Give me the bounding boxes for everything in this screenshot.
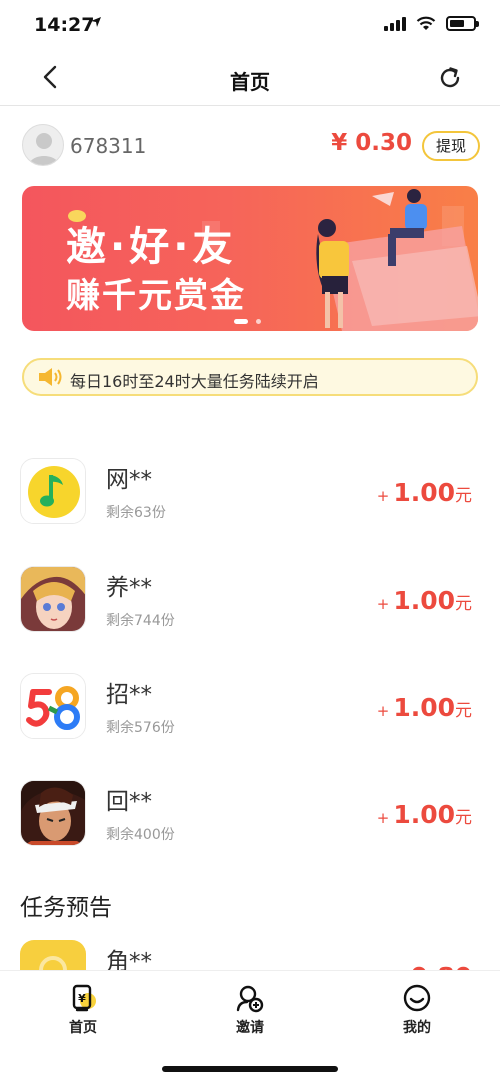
- user-id: 678311: [70, 134, 147, 158]
- task-item[interactable]: 回** 剩余400份 +1.00元: [20, 780, 480, 850]
- task-remaining: 剩余400份: [106, 827, 175, 843]
- refresh-icon[interactable]: [436, 64, 464, 92]
- wifi-icon: [416, 16, 436, 30]
- task-name: 养**: [106, 575, 152, 601]
- tab-home[interactable]: ¥ 首页: [38, 983, 128, 1037]
- invite-banner[interactable]: 邀·好·友 赚千元赏金: [22, 186, 478, 331]
- invite-user-icon: [236, 985, 264, 1013]
- tab-home-label: 首页: [69, 1020, 97, 1036]
- navigation-bar: 首页: [0, 50, 500, 106]
- task-reward: +1.00元: [376, 800, 472, 829]
- location-arrow-icon: [90, 16, 102, 32]
- svg-text:¥: ¥: [78, 992, 86, 1005]
- task-item[interactable]: 招** 剩余576份 +1.00元: [20, 673, 480, 743]
- page-title: 首页: [230, 70, 270, 94]
- withdraw-button[interactable]: 提现: [422, 131, 480, 161]
- battery-icon: [446, 16, 479, 31]
- tab-profile[interactable]: 我的: [372, 983, 462, 1037]
- task-preview-title: 任务预告: [20, 895, 112, 921]
- banner-pagination: [234, 319, 261, 324]
- task-item[interactable]: 养** 剩余744份 +1.00元: [20, 566, 480, 636]
- status-bar: 14:27: [0, 0, 500, 50]
- tab-invite[interactable]: 邀请: [205, 983, 295, 1037]
- home-indicator: [162, 1066, 338, 1072]
- banner-headline: 邀·好·友: [66, 224, 237, 270]
- user-info-row: 678311 ¥ 0.30 提现: [22, 124, 480, 168]
- profile-smile-icon: [403, 984, 431, 1012]
- home-wallet-icon: ¥: [72, 984, 96, 1012]
- task-name: 网**: [106, 467, 152, 493]
- task-name: 回**: [106, 789, 152, 815]
- anime-girl-game-icon: [20, 566, 86, 632]
- music-app-icon: [20, 458, 86, 524]
- tab-invite-label: 邀请: [236, 1020, 264, 1036]
- banner-subheadline: 赚千元赏金: [66, 276, 246, 316]
- task-remaining: 剩余63份: [106, 505, 166, 521]
- task-remaining: 剩余576份: [106, 720, 175, 736]
- avatar[interactable]: [22, 124, 64, 166]
- task-name: 招**: [106, 682, 152, 708]
- 58-app-icon: [20, 673, 86, 739]
- tab-profile-label: 我的: [403, 1020, 431, 1036]
- task-reward: +1.00元: [376, 586, 472, 615]
- balance-amount: ¥ 0.30: [331, 130, 412, 156]
- task-remaining: 剩余744份: [106, 613, 175, 629]
- speaker-icon: [39, 368, 62, 386]
- fighter-game-icon: [20, 780, 86, 846]
- announcement-text: 每日16时至24时大量任务陆续开启: [70, 372, 319, 391]
- task-reward: +1.00元: [376, 693, 472, 722]
- announcement-bar: 每日16时至24时大量任务陆续开启: [22, 358, 478, 396]
- status-time: 14:27: [34, 14, 95, 36]
- task-item[interactable]: 网** 剩余63份 +1.00元: [20, 458, 480, 528]
- signal-icon: [384, 16, 406, 31]
- task-reward: +1.00元: [376, 478, 472, 507]
- tab-bar: ¥ 首页 邀请 我的: [0, 970, 500, 1082]
